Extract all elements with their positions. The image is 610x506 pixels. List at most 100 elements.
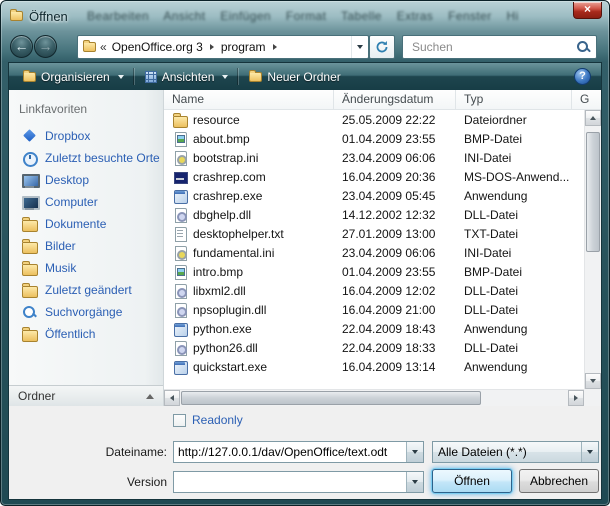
vertical-scroll-thumb[interactable]	[586, 132, 600, 252]
search-input[interactable]	[410, 39, 576, 55]
sidebar-item-recent-places[interactable]: Zuletzt besuchte Orte	[9, 147, 163, 169]
file-row[interactable]: crashrep.com 16.04.2009 20:36 MS-DOS-Anw…	[164, 167, 584, 186]
forward-arrow-icon: →	[39, 38, 53, 54]
scrollbar-corner	[584, 389, 601, 406]
scroll-down-button[interactable]	[585, 373, 601, 389]
dropbox-icon	[21, 128, 38, 144]
breadcrumb-item-openoffice[interactable]: OpenOffice.org 3	[110, 40, 205, 54]
file-date: 16.04.2009 12:02	[334, 284, 456, 298]
address-dropdown-button[interactable]	[351, 36, 368, 58]
organize-button[interactable]: Organisieren	[15, 66, 132, 88]
breadcrumb-folder-icon	[83, 42, 96, 52]
file-row[interactable]: dbghelp.dll 14.12.2002 12:32 DLL-Datei	[164, 205, 584, 224]
favorites-sidebar: Linkfavoriten Dropbox Zuletzt besuchte O…	[9, 90, 164, 406]
help-button[interactable]: ?	[574, 68, 591, 85]
arrow-up-icon	[590, 116, 596, 120]
arrow-down-icon	[590, 379, 596, 383]
file-date: 01.04.2009 23:55	[334, 132, 456, 146]
image-file-icon	[172, 131, 188, 147]
titlebar[interactable]: Öffnen Bearbeiten Ansicht Einfügen Forma…	[1, 1, 609, 31]
sidebar-item-label: Dropbox	[45, 129, 90, 143]
file-name: libxml2.dll	[193, 284, 246, 298]
column-header-name[interactable]: Name	[164, 90, 334, 109]
file-type: Anwendung	[456, 189, 572, 203]
readonly-option[interactable]: Readonly	[173, 413, 243, 427]
scroll-up-button[interactable]	[585, 110, 601, 126]
settings-file-icon	[172, 245, 188, 261]
chevron-right-icon	[273, 44, 277, 50]
file-row[interactable]: bootstrap.ini 23.04.2009 06:06 INI-Datei	[164, 148, 584, 167]
file-row[interactable]: npsoplugin.dll 16.04.2009 21:00 DLL-Date…	[164, 300, 584, 319]
file-type: BMP-Datei	[456, 265, 572, 279]
close-button[interactable]: ×	[573, 2, 602, 19]
file-row[interactable]: crashrep.exe 23.04.2009 05:45 Anwendung	[164, 186, 584, 205]
sidebar-item-desktop[interactable]: Desktop	[9, 169, 163, 191]
column-header-type[interactable]: Typ	[456, 90, 572, 109]
toolbar-separator	[238, 68, 239, 85]
file-name: crashrep.com	[193, 170, 266, 184]
address-breadcrumb-bar[interactable]: « OpenOffice.org 3 program	[77, 35, 369, 59]
open-button[interactable]: Öffnen	[432, 469, 512, 493]
file-name: intro.bmp	[193, 265, 243, 279]
library-file-icon	[172, 207, 188, 223]
file-name: quickstart.exe	[193, 360, 267, 374]
sidebar-item-music[interactable]: Musik	[9, 257, 163, 279]
file-row[interactable]: resource 25.05.2009 22:22 Dateiordner	[164, 110, 584, 129]
file-row[interactable]: about.bmp 01.04.2009 23:55 BMP-Datei	[164, 129, 584, 148]
sidebar-item-searches[interactable]: Suchvorgänge	[9, 301, 163, 323]
breadcrumb-item-program[interactable]: program	[219, 40, 268, 54]
sidebar-item-pictures[interactable]: Bilder	[9, 235, 163, 257]
music-folder-icon	[21, 260, 38, 276]
column-header-date[interactable]: Änderungsdatum	[334, 90, 456, 109]
file-row[interactable]: intro.bmp 01.04.2009 23:55 BMP-Datei	[164, 262, 584, 281]
version-value	[174, 472, 406, 492]
filename-dropdown-button[interactable]	[406, 442, 423, 462]
version-combobox[interactable]	[173, 471, 424, 493]
views-button[interactable]: Ansichten	[137, 66, 237, 88]
scroll-right-button[interactable]	[568, 390, 584, 406]
folders-expander[interactable]: Ordner	[9, 385, 163, 406]
file-type: TXT-Datei	[456, 227, 572, 241]
sidebar-item-public[interactable]: Öffentlich	[9, 323, 163, 345]
chevron-down-icon	[357, 45, 363, 49]
library-file-icon	[172, 283, 188, 299]
text-file-icon	[172, 226, 188, 242]
sidebar-item-documents[interactable]: Dokumente	[9, 213, 163, 235]
filename-label: Dateiname:	[29, 445, 167, 459]
horizontal-scroll-thumb[interactable]	[181, 391, 481, 405]
file-row[interactable]: desktophelper.txt 27.01.2009 13:00 TXT-D…	[164, 224, 584, 243]
browse-area: Linkfavoriten Dropbox Zuletzt besuchte O…	[9, 90, 601, 406]
file-row[interactable]: quickstart.exe 16.04.2009 13:14 Anwendun…	[164, 357, 584, 376]
breadcrumb-overflow[interactable]: «	[100, 40, 107, 54]
back-button[interactable]: ←	[10, 35, 33, 58]
refresh-button[interactable]	[369, 35, 395, 59]
version-label: Version	[29, 475, 167, 489]
sidebar-item-recently-changed[interactable]: Zuletzt geändert	[9, 279, 163, 301]
new-folder-button[interactable]: Neuer Ordner	[241, 66, 348, 88]
searches-icon	[21, 304, 38, 320]
help-icon: ?	[579, 70, 586, 82]
file-row[interactable]: python.exe 22.04.2009 18:43 Anwendung	[164, 319, 584, 338]
search-icon[interactable]	[576, 40, 591, 55]
filetype-combobox[interactable]: Alle Dateien (*.*)	[432, 441, 599, 463]
cancel-button[interactable]: Abbrechen	[519, 469, 599, 493]
readonly-checkbox[interactable]	[173, 414, 186, 427]
image-file-icon	[172, 264, 188, 280]
arrow-right-icon	[574, 395, 578, 401]
column-header-size[interactable]: G	[572, 90, 601, 109]
sidebar-item-dropbox[interactable]: Dropbox	[9, 125, 163, 147]
file-row[interactable]: libxml2.dll 16.04.2009 12:02 DLL-Datei	[164, 281, 584, 300]
forward-button[interactable]: →	[34, 35, 57, 58]
scroll-left-button[interactable]	[164, 390, 180, 406]
close-icon: ×	[584, 2, 591, 16]
filetype-dropdown-button[interactable]	[581, 442, 598, 462]
file-row[interactable]: fundamental.ini 23.04.2009 06:06 INI-Dat…	[164, 243, 584, 262]
background-menu-ghost: Bearbeiten Ansicht Einfügen Format Tabel…	[87, 9, 519, 23]
window-folder-icon	[10, 11, 23, 21]
horizontal-scrollbar[interactable]	[164, 389, 584, 406]
vertical-scrollbar[interactable]	[584, 110, 601, 389]
filename-input[interactable]	[174, 442, 406, 462]
file-row[interactable]: python26.dll 22.04.2009 18:33 DLL-Datei	[164, 338, 584, 357]
version-dropdown-button[interactable]	[406, 472, 423, 492]
sidebar-item-computer[interactable]: Computer	[9, 191, 163, 213]
